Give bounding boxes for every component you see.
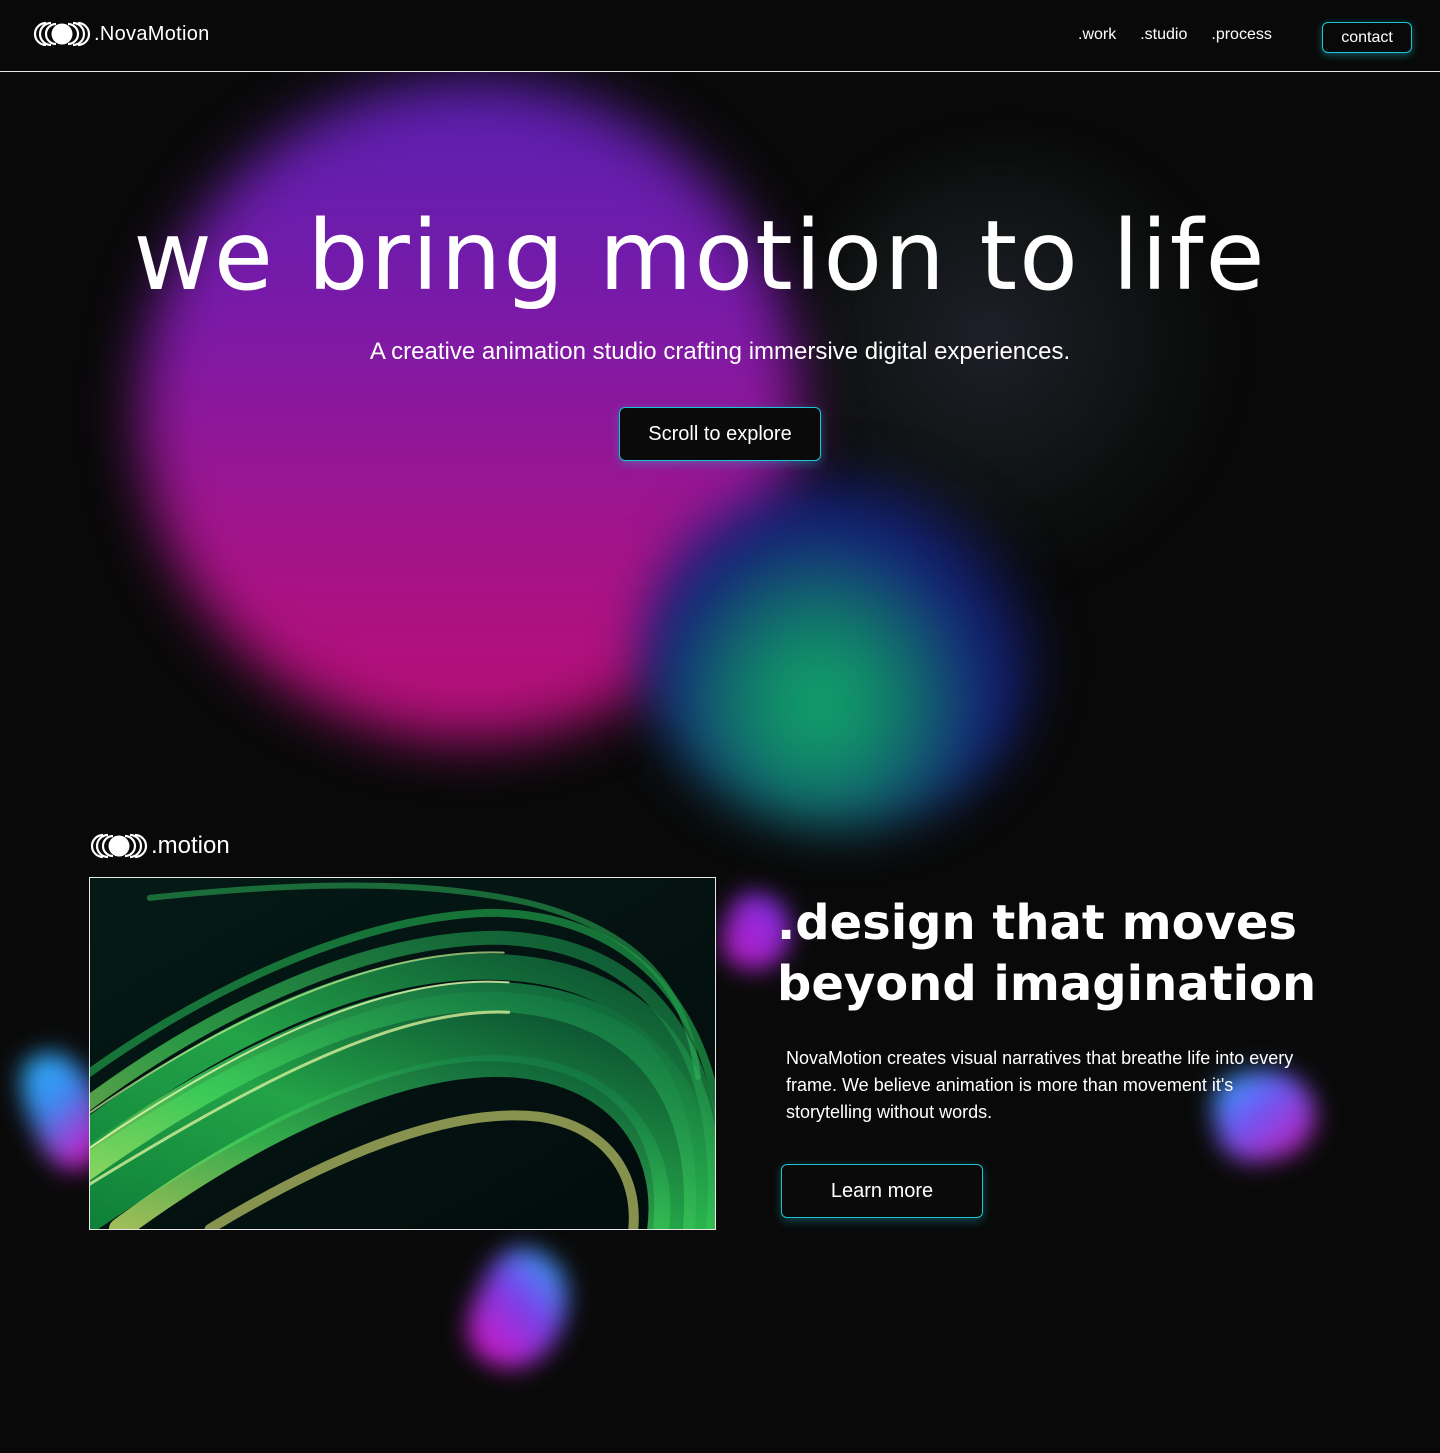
main-nav: .work .studio .process <box>1078 26 1272 44</box>
section-title-line-1: .design that moves <box>777 895 1297 951</box>
section-brand: .motion <box>89 832 230 860</box>
showcase-image <box>89 877 716 1230</box>
contact-button[interactable]: contact <box>1322 22 1412 53</box>
page: .NovaMotion .work .studio .process conta… <box>0 0 1440 1453</box>
hero-title: we bring motion to life <box>133 200 1267 312</box>
nav-link-process[interactable]: .process <box>1211 26 1271 44</box>
glow-spark-bottom <box>453 1236 587 1384</box>
nav-link-studio[interactable]: .studio <box>1140 26 1187 44</box>
site-header: .NovaMotion .work .studio .process conta… <box>0 0 1440 72</box>
section-brand-name: .motion <box>151 832 230 859</box>
brand-name: .NovaMotion <box>94 22 210 45</box>
section-body: NovaMotion creates visual narratives tha… <box>786 1048 1294 1122</box>
scroll-to-explore-button[interactable]: Scroll to explore <box>619 407 821 461</box>
section-title: .design that moves beyond imagination <box>777 893 1337 1015</box>
hero-subtitle: A creative animation studio crafting imm… <box>369 338 1071 365</box>
section-title-line-2: beyond imagination <box>777 956 1317 1012</box>
brand-logo[interactable]: .NovaMotion <box>32 20 210 48</box>
background-blob-green <box>640 470 1040 830</box>
nav-link-work[interactable]: .work <box>1078 26 1116 44</box>
logo-icon <box>90 833 148 859</box>
logo-icon <box>33 21 91 47</box>
green-light-streaks-image <box>90 878 715 1229</box>
learn-more-button[interactable]: Learn more <box>781 1164 983 1218</box>
